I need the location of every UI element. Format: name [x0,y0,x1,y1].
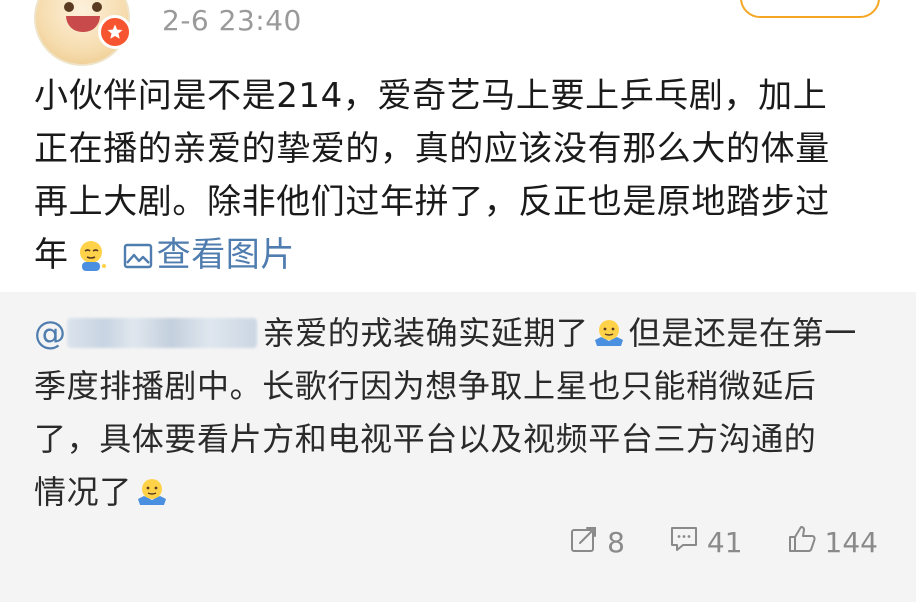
blurred-username[interactable] [66,318,257,348]
repost-line: 了，具体要看片方和电视平台以及视频平台三方沟通的 [34,420,817,458]
view-image-link[interactable]: 查看图片 [115,235,295,275]
shrug-emoji-icon [593,313,625,346]
post-text: 小伙伴问是不是214，爱奇艺马上要上乒乓剧，加上 正在播的亲爱的挚爱的，真的应该… [34,70,884,282]
repost-line: @ 亲爱的戎装确实延期了 但是还是在第一 [34,307,884,360]
repost-text: @ 亲爱的戎装确实延期了 但是还是在第一 季度排播剧中。长歌行因为想争取上星也只能… [34,307,884,519]
post-line: 年 查看图片 [34,229,884,282]
repost-line: 情况了 [34,466,884,519]
repost-line: 季度排播剧中。长歌行因为想争取上星也只能稍微延后 [34,367,817,405]
sleepy-emoji-icon [75,235,109,271]
repost-line-text: 亲爱的戎装确实延期了 [262,314,589,352]
view-image-label: 查看图片 [156,235,296,275]
repost-line-text: 情况了 [34,473,132,511]
like-button[interactable]: 144 [787,524,878,561]
avatar-eye [92,2,102,12]
avatar-mouth [66,16,100,32]
post-line: 正在播的亲爱的挚爱的，真的应该没有那么大的体量 [34,129,830,169]
shrug-emoji-icon [136,472,168,505]
post-line-text: 年 [34,235,69,275]
star-badge-icon [98,15,132,49]
mention-link[interactable]: @ [34,314,67,352]
repost-block[interactable]: @ 亲爱的戎装确实延期了 但是还是在第一 季度排播剧中。长歌行因为想争取上星也只能… [0,292,916,602]
repost-button[interactable]: 8 [569,524,625,561]
comment-count: 41 [706,526,743,559]
post-line: 再上大剧。除非他们过年拼了，反正也是原地踏步过 [34,182,830,222]
image-icon [123,232,153,269]
follow-button[interactable] [740,0,880,18]
comment-button[interactable]: 41 [669,524,743,561]
repost-count: 8 [607,526,625,559]
thumbs-up-icon [787,524,817,561]
share-icon [569,524,599,561]
post-time: 2-6 23:40 [162,4,302,37]
post-line: 小伙伴问是不是214，爱奇艺马上要上乒乓剧，加上 [34,76,828,116]
comment-icon [669,524,699,561]
avatar-eye [64,2,74,12]
action-bar: 8 41 144 [569,524,878,561]
repost-line-text: 但是还是在第一 [628,314,857,352]
like-count: 144 [824,526,878,559]
